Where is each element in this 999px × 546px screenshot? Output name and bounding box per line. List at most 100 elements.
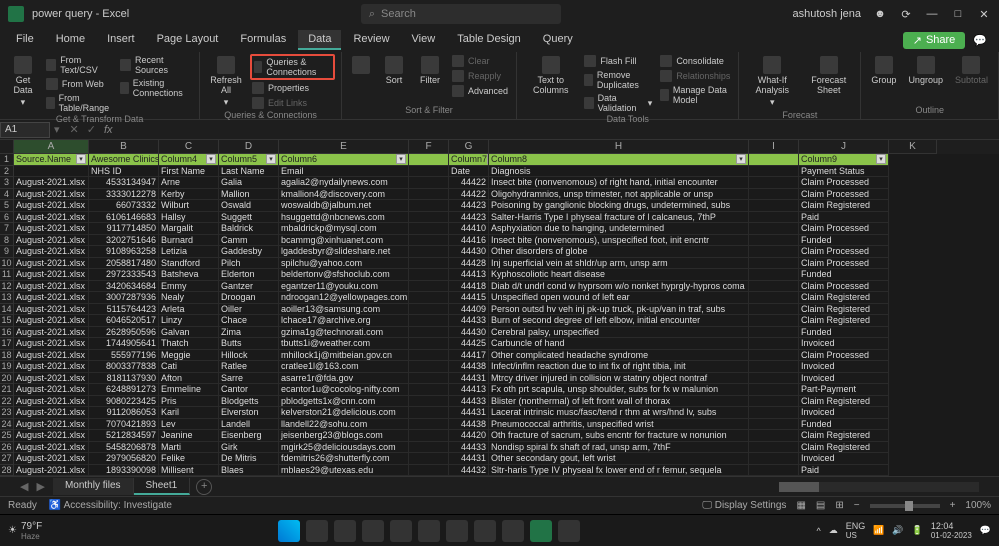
cell[interactable]: Suggett [219,212,279,224]
cell[interactable] [409,315,449,327]
sheet-nav-next-icon[interactable]: ▶ [36,480,44,493]
row-header[interactable]: 26 [0,442,14,454]
menu-tab-view[interactable]: View [402,30,446,50]
cell[interactable]: Other disorders of globe [489,246,749,258]
cell[interactable]: Invoiced [799,338,889,350]
cell[interactable]: Elderton [219,269,279,281]
cell[interactable]: ndroogan12@yellowpages.com [279,292,409,304]
cell[interactable] [749,327,799,339]
taskbar-search-icon[interactable] [306,520,328,542]
zoom-level[interactable]: 100% [965,500,991,511]
row-header[interactable]: 12 [0,281,14,293]
cell[interactable]: August-2021.xlsx [14,373,89,385]
cell[interactable]: Karil [159,407,219,419]
fx-icon[interactable]: fx [98,124,119,136]
cell[interactable]: De Mitris [219,453,279,465]
group-button[interactable]: Group [867,54,900,88]
cell[interactable]: 1893390098 [89,465,159,477]
cell[interactable]: Blodgetts [219,396,279,408]
row-header[interactable]: 2 [0,166,14,178]
cell[interactable]: 44422 [449,189,489,201]
column-header-C[interactable]: C [159,140,219,154]
cell[interactable]: llandell22@sohu.com [279,419,409,431]
row-header[interactable]: 10 [0,258,14,270]
row-header[interactable]: 23 [0,407,14,419]
cell[interactable]: spilchu@yahoo.com [279,258,409,270]
view-page-layout-icon[interactable]: ▤ [816,500,825,511]
cell[interactable]: Other secondary gout, left wrist [489,453,749,465]
cell[interactable]: Kyphoscoliotic heart disease [489,269,749,281]
recent-sources[interactable]: Recent Sources [118,54,193,76]
cell[interactable]: August-2021.xlsx [14,465,89,477]
accessibility-status[interactable]: ♿ Accessibility: Investigate [49,500,172,511]
cell[interactable]: Paid [799,465,889,477]
cell[interactable]: August-2021.xlsx [14,304,89,316]
cell[interactable]: 6248891273 [89,384,159,396]
app-icon-2[interactable] [446,520,468,542]
cell[interactable]: kelverston21@delicious.com [279,407,409,419]
row-header[interactable]: 15 [0,315,14,327]
cell[interactable]: 44423 [449,212,489,224]
cell[interactable]: Burn of second degree of left elbow, ini… [489,315,749,327]
cell[interactable]: Hallsy [159,212,219,224]
cell[interactable] [409,373,449,385]
cell[interactable]: Claim Processed [799,223,889,235]
cell[interactable]: August-2021.xlsx [14,223,89,235]
cell[interactable]: Cerebral palsy, unspecified [489,327,749,339]
cell[interactable]: Invoiced [799,407,889,419]
cell[interactable] [14,166,89,178]
tray-chevron-icon[interactable]: ^ [816,526,820,536]
column-header-A[interactable]: A [14,140,89,154]
menu-tab-home[interactable]: Home [46,30,95,50]
cell[interactable]: Batsheva [159,269,219,281]
cell[interactable]: August-2021.xlsx [14,338,89,350]
row-header[interactable]: 27 [0,453,14,465]
cell[interactable]: 44430 [449,327,489,339]
table-header[interactable]: Column5▾ [219,154,279,166]
cell[interactable]: Millisent [159,465,219,477]
app-icon-4[interactable] [502,520,524,542]
maximize-icon[interactable]: □ [951,7,965,21]
volume-icon[interactable]: 🔊 [892,525,903,536]
cell[interactable]: mblaes29@utexas.edu [279,465,409,477]
table-header[interactable]: Awesome Clinics▾ [89,154,159,166]
cell[interactable] [749,384,799,396]
cell[interactable]: 66073332 [89,200,159,212]
row-header[interactable]: 28 [0,465,14,477]
cell[interactable]: 44420 [449,430,489,442]
cell[interactable]: Invoiced [799,361,889,373]
cell[interactable]: Galia [219,177,279,189]
cell[interactable]: 5115764423 [89,304,159,316]
row-header[interactable]: 11 [0,269,14,281]
cell[interactable]: August-2021.xlsx [14,315,89,327]
cell[interactable]: Paid [799,212,889,224]
task-view-icon[interactable] [334,520,356,542]
cell[interactable]: 8181137930 [89,373,159,385]
cell[interactable]: August-2021.xlsx [14,430,89,442]
excel-taskbar-icon[interactable] [530,520,552,542]
cell[interactable]: 3333012278 [89,189,159,201]
cell[interactable]: 44433 [449,442,489,454]
cell[interactable]: beldertonv@sfshoclub.com [279,269,409,281]
cell[interactable] [409,338,449,350]
cell[interactable]: 9112086053 [89,407,159,419]
cell[interactable] [409,246,449,258]
cell[interactable]: Arleta [159,304,219,316]
cell[interactable]: Claim Registered [799,304,889,316]
cell[interactable]: 44413 [449,384,489,396]
cell[interactable]: 6106146683 [89,212,159,224]
cell[interactable]: Claim Registered [799,396,889,408]
table-header[interactable]: Column7▾ [449,154,489,166]
cell[interactable]: 8003377838 [89,361,159,373]
menu-tab-query[interactable]: Query [533,30,583,50]
cell[interactable]: Claim Registered [799,442,889,454]
formula-input[interactable] [119,122,999,138]
row-header[interactable]: 21 [0,384,14,396]
cell[interactable] [409,327,449,339]
cell[interactable]: August-2021.xlsx [14,453,89,465]
cell[interactable] [749,177,799,189]
cell[interactable]: Claim Registered [799,315,889,327]
cell[interactable]: Claim Processed [799,189,889,201]
subtotal-button[interactable]: Subtotal [951,54,992,88]
cell[interactable] [409,350,449,362]
